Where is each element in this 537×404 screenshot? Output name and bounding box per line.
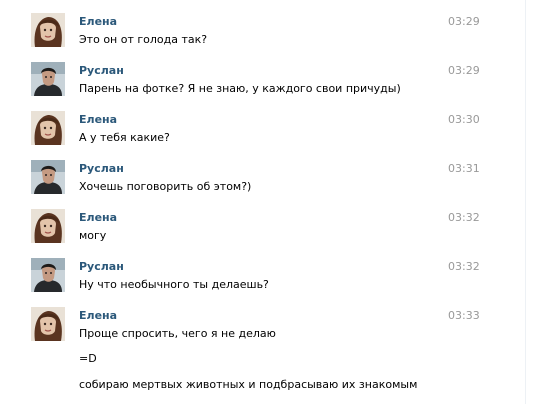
message-time: 03:31 <box>448 162 480 175</box>
message-author[interactable]: Руслан <box>79 162 124 175</box>
message-text: Проще спросить, чего я не делаю <box>79 327 276 340</box>
message-text: Это он от голода так? <box>79 33 208 46</box>
message-time: 03:32 <box>448 260 480 273</box>
message-text: собираю мертвых животных и подбрасываю и… <box>79 378 418 391</box>
ruslan-avatar[interactable] <box>31 62 65 96</box>
message-text: Хочешь поговорить об этом?) <box>79 180 252 193</box>
message-history: Елена 03:29 Это он от голода так? Руслан… <box>0 0 537 404</box>
message-time: 03:33 <box>448 309 480 322</box>
message-text: А у тебя какие? <box>79 131 170 144</box>
message-author[interactable]: Руслан <box>79 260 124 273</box>
message-author[interactable]: Руслан <box>79 64 124 77</box>
message-text: Ну что необычного ты делаешь? <box>79 278 269 291</box>
scroll-divider <box>525 0 526 404</box>
message-time: 03:30 <box>448 113 480 126</box>
message-time: 03:29 <box>448 15 480 28</box>
elena-avatar[interactable] <box>31 13 65 47</box>
message-author[interactable]: Елена <box>79 211 117 224</box>
message-text: =D <box>79 352 97 365</box>
message-author[interactable]: Елена <box>79 309 117 322</box>
ruslan-avatar[interactable] <box>31 160 65 194</box>
message-time: 03:32 <box>448 211 480 224</box>
message-author[interactable]: Елена <box>79 15 117 28</box>
elena-avatar[interactable] <box>31 307 65 341</box>
message-time: 03:29 <box>448 64 480 77</box>
ruslan-avatar[interactable] <box>31 258 65 292</box>
message-text: могу <box>79 229 107 242</box>
message-text: Парень на фотке? Я не знаю, у каждого св… <box>79 82 401 95</box>
elena-avatar[interactable] <box>31 209 65 243</box>
message-author[interactable]: Елена <box>79 113 117 126</box>
elena-avatar[interactable] <box>31 111 65 145</box>
